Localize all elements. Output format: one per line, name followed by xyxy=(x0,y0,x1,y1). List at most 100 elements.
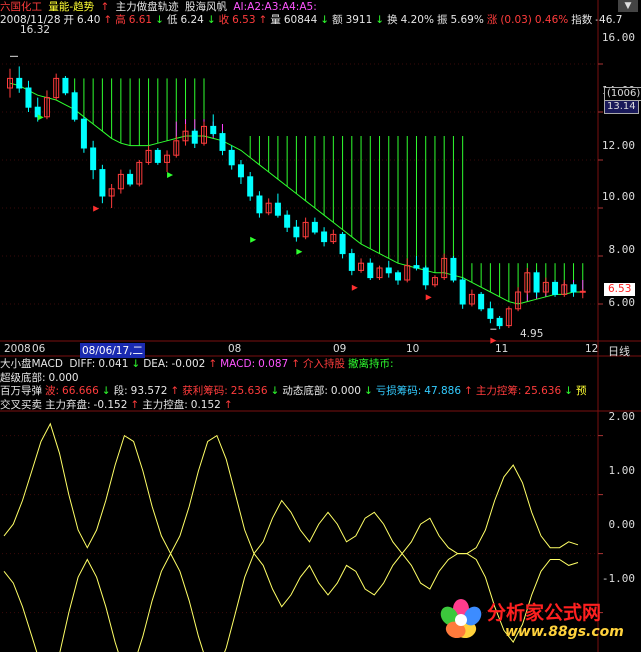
buy-signal-icon xyxy=(425,294,432,301)
super-bottom-label: 超级底部: xyxy=(0,372,46,384)
profit-value: 25.636 xyxy=(230,385,268,397)
x-tick-12: 12 xyxy=(585,343,599,355)
abandon-value: -0.152 xyxy=(93,399,128,411)
x-tick-cursor-date[interactable]: 08/06/17,二 xyxy=(80,343,145,358)
osc-tick-0: 0.00 xyxy=(608,518,636,531)
osc-tick-2: 2.00 xyxy=(608,410,636,423)
candle-body xyxy=(321,231,328,243)
candle-body xyxy=(228,149,235,166)
chart-canvas[interactable] xyxy=(0,0,641,652)
y-tick-6: 6.00 xyxy=(608,296,636,309)
candle-body xyxy=(256,195,263,214)
candle-body xyxy=(413,265,420,269)
down-arrow-icon: ↓ xyxy=(131,358,141,370)
up-arrow-icon: ↑ xyxy=(130,399,140,411)
candle-body xyxy=(552,281,559,295)
osc-line-1 xyxy=(3,422,579,555)
pre-label: 预 xyxy=(575,385,587,397)
candle-body xyxy=(450,257,457,281)
bo-label: 波: xyxy=(45,385,60,397)
down-arrow-icon: ↓ xyxy=(270,385,280,397)
diff-label: DIFF: xyxy=(69,358,96,370)
dyn-value: 0.000 xyxy=(330,385,361,397)
candle-body xyxy=(210,125,217,135)
x-tick-08: 08 xyxy=(228,343,242,355)
candle-body xyxy=(62,77,69,94)
candle-body xyxy=(311,221,318,233)
high-mark-label: 16.32 xyxy=(20,24,51,36)
candle-body xyxy=(385,267,392,274)
super-bottom-value: 0.000 xyxy=(48,372,79,384)
ma-line xyxy=(9,82,583,305)
up-arrow-icon: ↑ xyxy=(464,385,473,397)
macd-name[interactable]: 大小盘MACD xyxy=(0,358,63,370)
loss-label: 亏损筹码: xyxy=(375,385,422,397)
candle-body xyxy=(496,317,503,327)
x-tick-11: 11 xyxy=(495,343,509,355)
candle-body xyxy=(367,262,374,279)
up-arrow-icon: ↑ xyxy=(291,358,301,370)
exit-signal: 撤离持币: xyxy=(348,358,394,370)
candle-body xyxy=(16,77,23,89)
cross-name[interactable]: 交叉买卖 xyxy=(0,399,42,411)
last-price-tag: 6.53 xyxy=(604,283,636,296)
y-tick-8: 8.00 xyxy=(608,243,636,256)
candle-body xyxy=(579,290,586,293)
candle-body xyxy=(25,87,32,108)
control-label: 主力控盘: xyxy=(142,399,188,411)
candle-body xyxy=(570,284,577,293)
x-tick-2008: 2008 xyxy=(4,343,31,355)
duan-label: 段: xyxy=(113,385,128,397)
y-tick-10: 10.00 xyxy=(601,190,635,203)
candle-body xyxy=(395,272,401,281)
logo-title: 分析家公式网 xyxy=(487,602,602,624)
logo-url: www.88gs.com xyxy=(505,624,624,640)
period-label[interactable]: 日线 xyxy=(608,343,630,359)
candle-body xyxy=(99,169,106,197)
candle-body xyxy=(478,293,485,310)
buy-signal-icon xyxy=(93,205,100,212)
osc-tick-1: 1.00 xyxy=(608,464,636,477)
candle-body xyxy=(219,133,226,151)
down-arrow-icon: ↓ xyxy=(363,385,373,397)
candle-body xyxy=(422,267,429,286)
duan-value: 93.572 xyxy=(130,385,168,397)
sell-signal-icon xyxy=(167,172,174,178)
macd-value: 0.087 xyxy=(258,358,289,370)
down-arrow-icon: ↓ xyxy=(101,385,111,397)
dyn-label: 动态底部: xyxy=(282,385,328,397)
up-arrow-icon: ↑ xyxy=(170,385,180,397)
candle-body xyxy=(533,272,540,293)
candle-body xyxy=(127,173,134,185)
ctrl-label: 主力控筹: xyxy=(475,385,522,397)
code-badge[interactable]: (1006) xyxy=(604,87,641,101)
site-logo[interactable]: 分析家公式网 www.88gs.com xyxy=(439,596,639,646)
million-name[interactable]: 百万导弹 xyxy=(0,385,42,397)
down-arrow-icon: ↓ xyxy=(564,385,573,397)
diff-value: 0.041 xyxy=(98,358,129,370)
candle-body xyxy=(90,147,97,171)
candle-body xyxy=(71,92,78,120)
abandon-label: 主力弃盘: xyxy=(45,399,91,411)
ctrl-value: 25.636 xyxy=(524,385,562,397)
control-value: 0.152 xyxy=(190,399,221,411)
enter-signal: 介入持股 xyxy=(303,358,346,370)
candle-body xyxy=(459,279,466,305)
value-badge: 13.14 xyxy=(604,100,639,114)
bo-value: 66.666 xyxy=(62,385,99,397)
sell-signal-icon xyxy=(296,248,303,255)
candle-body xyxy=(284,214,291,228)
dea-label: DEA: xyxy=(143,358,169,370)
macd-row: 大小盘MACD DIFF: 0.041 ↓ DEA: -0.002 ↑ MACD: 0.087… xyxy=(0,357,397,371)
candle-body xyxy=(348,253,355,271)
x-tick-09: 09 xyxy=(333,343,347,355)
buy-signal-icon xyxy=(351,284,358,291)
candle-body xyxy=(191,130,198,144)
million-row: 百万导弹 波: 66.666 ↓ 段: 93.572 ↑ 获利筹码: 25.636 ↓ 动态底部: 0… xyxy=(0,384,589,398)
candle-body xyxy=(339,233,346,255)
sell-signal-icon xyxy=(250,236,257,243)
loss-value: 47.886 xyxy=(424,385,462,397)
y-tick-12: 12.00 xyxy=(601,139,635,152)
bottom-row: 超级底部: 0.000 xyxy=(0,371,82,385)
profit-label: 获利筹码: xyxy=(182,385,228,397)
